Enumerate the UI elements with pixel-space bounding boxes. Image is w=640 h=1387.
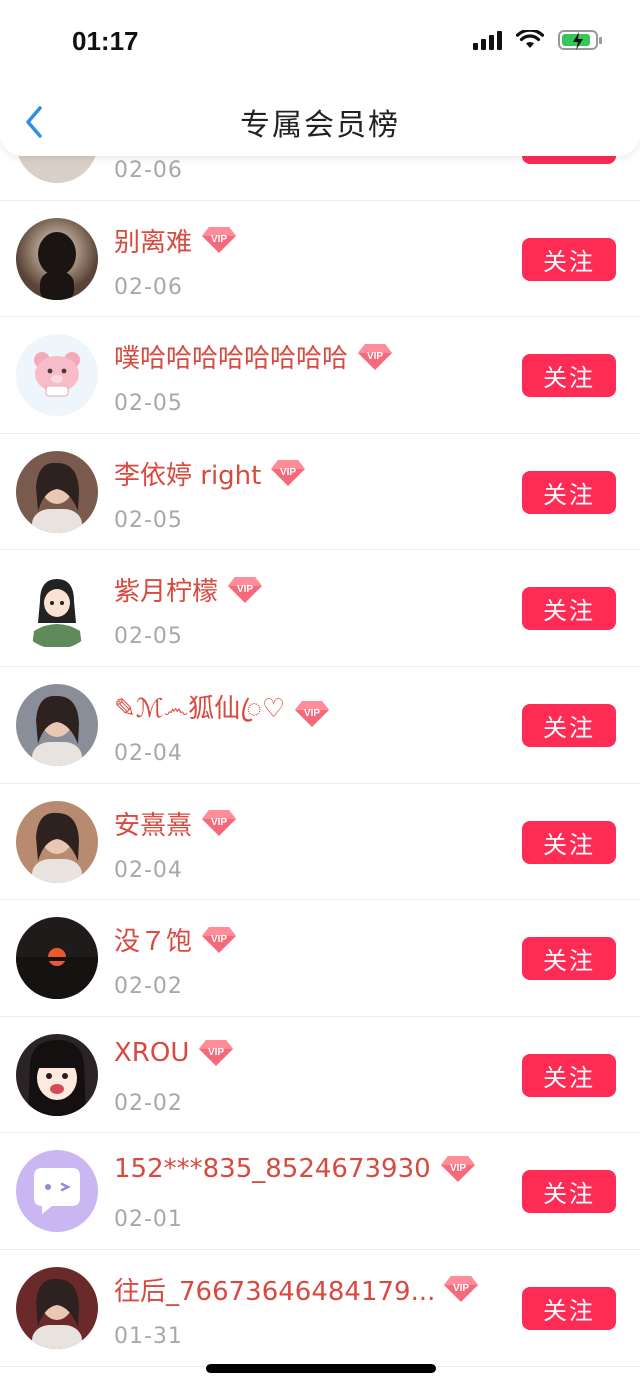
follow-button[interactable]: 关注 xyxy=(522,1053,616,1097)
list-item: 别离难 VIP 02-06 关注 xyxy=(0,201,640,318)
member-list[interactable]: 02-06 关注 别离难 VIP 02-06 关注 噗哈哈哈哈哈哈哈哈 VIP … xyxy=(0,84,640,1367)
svg-text:VIP: VIP xyxy=(367,351,383,362)
member-date: 02-06 xyxy=(114,274,183,300)
vip-badge-icon: VIP xyxy=(269,458,307,488)
vip-badge-icon: VIP xyxy=(442,1274,480,1304)
follow-button[interactable]: 关注 xyxy=(522,587,616,631)
svg-text:VIP: VIP xyxy=(237,584,253,595)
page-title: 专属会员榜 xyxy=(240,108,400,143)
photo-avatar[interactable] xyxy=(16,1266,98,1349)
battery-icon xyxy=(558,30,602,50)
member-date: 02-06 xyxy=(114,158,183,183)
member-date: 02-05 xyxy=(114,391,183,417)
cartoon-girl-avatar[interactable] xyxy=(16,567,98,650)
member-name[interactable]: 往后_76673646484179... xyxy=(114,1271,434,1308)
pink-bear-avatar[interactable] xyxy=(16,334,98,417)
list-item: 噗哈哈哈哈哈哈哈哈 VIP 02-05 关注 xyxy=(0,317,640,434)
wifi-icon xyxy=(516,30,544,48)
photo-avatar[interactable] xyxy=(16,450,98,533)
follow-button[interactable]: 关注 xyxy=(522,470,616,514)
list-item: ✎ℳ෴狐仙ꦿ♡ VIP 02-04 关注 xyxy=(0,667,640,784)
list-item: 李依婷 right VIP 02-05 关注 xyxy=(0,434,640,551)
follow-button[interactable]: 关注 xyxy=(522,937,616,981)
member-date: 02-04 xyxy=(114,857,183,883)
cellular-signal-icon xyxy=(473,30,502,50)
vip-badge-icon: VIP xyxy=(197,1038,235,1068)
follow-button[interactable]: 关注 xyxy=(522,1170,616,1214)
svg-text:VIP: VIP xyxy=(211,234,227,245)
member-date: 01-31 xyxy=(114,1323,183,1349)
follow-button[interactable]: 关注 xyxy=(522,354,616,398)
member-name[interactable]: 安熹熹 xyxy=(114,805,192,842)
follow-button[interactable]: 关注 xyxy=(522,820,616,864)
vip-badge-icon: VIP xyxy=(200,808,238,838)
list-item: 安熹熹 VIP 02-04 关注 xyxy=(0,784,640,901)
member-date: 02-02 xyxy=(114,1090,183,1116)
anime-girl-avatar[interactable] xyxy=(16,1033,98,1116)
vip-badge-icon: VIP xyxy=(356,342,394,372)
list-item: 紫月柠檬 VIP 02-05 关注 xyxy=(0,550,640,667)
follow-button[interactable]: 关注 xyxy=(522,1286,616,1330)
header: 01:17 专属会员榜 xyxy=(0,0,640,156)
follow-button[interactable]: 关注 xyxy=(522,237,616,281)
silhouette-avatar[interactable] xyxy=(16,217,98,300)
vip-badge-icon: VIP xyxy=(200,225,238,255)
status-icons xyxy=(473,30,602,50)
member-name[interactable]: 李依婷 right xyxy=(114,455,261,492)
svg-text:VIP: VIP xyxy=(280,467,296,478)
sunset-avatar[interactable] xyxy=(16,917,98,1000)
svg-text:VIP: VIP xyxy=(453,1283,469,1294)
photo-avatar[interactable] xyxy=(16,800,98,883)
member-name[interactable]: 没７饱 xyxy=(114,921,192,958)
status-time: 01:17 xyxy=(72,26,139,56)
follow-button[interactable]: 关注 xyxy=(522,703,616,747)
member-date: 02-02 xyxy=(114,974,183,1000)
list-item: 152***835_8524673930 VIP 02-01 关注 xyxy=(0,1133,640,1250)
photo-avatar[interactable] xyxy=(16,683,98,766)
member-date: 02-05 xyxy=(114,507,183,533)
chat-bubble-avatar[interactable] xyxy=(16,1150,98,1233)
svg-text:VIP: VIP xyxy=(208,1047,224,1058)
member-name[interactable]: 噗哈哈哈哈哈哈哈哈 xyxy=(114,338,348,375)
vip-badge-icon: VIP xyxy=(226,575,264,605)
home-indicator[interactable] xyxy=(206,1364,436,1373)
svg-text:VIP: VIP xyxy=(211,934,227,945)
member-name[interactable]: 紫月柠檬 xyxy=(114,571,218,608)
list-item: XROU VIP 02-02 关注 xyxy=(0,1017,640,1134)
svg-text:VIP: VIP xyxy=(304,708,320,719)
vip-member-ranking-page: 02-06 关注 别离难 VIP 02-06 关注 噗哈哈哈哈哈哈哈哈 VIP … xyxy=(0,0,640,1387)
vip-badge-icon: VIP xyxy=(293,699,331,729)
member-name[interactable]: XROU xyxy=(114,1038,189,1068)
vip-badge-icon: VIP xyxy=(200,925,238,955)
vip-badge-icon: VIP xyxy=(439,1154,477,1184)
member-name[interactable]: 别离难 xyxy=(114,222,192,259)
svg-text:VIP: VIP xyxy=(450,1163,466,1174)
member-date: 02-05 xyxy=(114,624,183,650)
list-item: 没７饱 VIP 02-02 关注 xyxy=(0,900,640,1017)
list-item: 往后_76673646484179... VIP 01-31 关注 xyxy=(0,1250,640,1367)
svg-text:VIP: VIP xyxy=(211,817,227,828)
member-date: 02-01 xyxy=(114,1207,183,1233)
member-date: 02-04 xyxy=(114,740,183,766)
member-name[interactable]: ✎ℳ෴狐仙ꦿ♡ xyxy=(114,688,285,741)
member-name[interactable]: 152***835_8524673930 xyxy=(114,1154,431,1184)
